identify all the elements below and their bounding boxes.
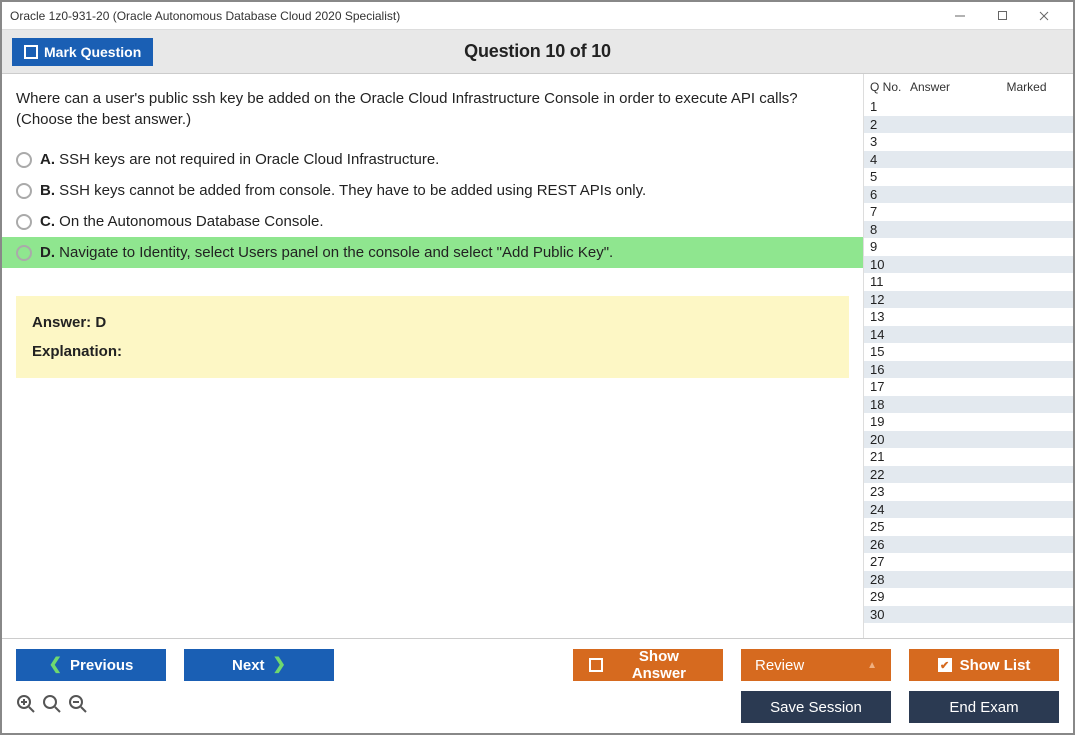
checkbox-empty-icon	[24, 45, 38, 59]
question-list-row[interactable]: 3	[864, 133, 1073, 151]
question-list-row[interactable]: 20	[864, 431, 1073, 449]
question-list-row[interactable]: 10	[864, 256, 1073, 274]
question-list-row[interactable]: 26	[864, 536, 1073, 554]
question-list-row[interactable]: 14	[864, 326, 1073, 344]
question-list-row[interactable]: 27	[864, 553, 1073, 571]
question-list-row[interactable]: 21	[864, 448, 1073, 466]
previous-label: Previous	[70, 657, 133, 674]
footer-row-2: Save Session End Exam	[2, 687, 1073, 733]
chevron-up-icon: ▲	[867, 660, 877, 671]
minimize-button[interactable]	[939, 2, 981, 30]
question-list-row[interactable]: 12	[864, 291, 1073, 309]
question-list-row[interactable]: 11	[864, 273, 1073, 291]
question-list-header: Q No. Answer Marked	[864, 74, 1073, 98]
previous-button[interactable]: ❮ Previous	[16, 649, 166, 681]
maximize-icon	[997, 10, 1008, 21]
app-window: Oracle 1z0-931-20 (Oracle Autonomous Dat…	[0, 0, 1075, 735]
close-button[interactable]	[1023, 2, 1065, 30]
question-list-row[interactable]: 1	[864, 98, 1073, 116]
col-q-label: Q No.	[870, 80, 910, 94]
question-list-row[interactable]: 8	[864, 221, 1073, 239]
question-list-row[interactable]: 22	[864, 466, 1073, 484]
question-pane: Where can a user's public ssh key be add…	[2, 74, 863, 638]
chevron-left-icon: ❮	[49, 657, 62, 673]
question-list-row[interactable]: 18	[864, 396, 1073, 414]
options-list: A. SSH keys are not required in Oracle C…	[2, 144, 863, 268]
end-exam-button[interactable]: End Exam	[909, 691, 1059, 723]
review-button[interactable]: Review ▲	[741, 649, 891, 681]
question-list-row[interactable]: 24	[864, 501, 1073, 519]
checkbox-checked-icon: ✔	[938, 658, 952, 672]
radio-empty-icon	[16, 183, 32, 199]
radio-empty-icon	[16, 152, 32, 168]
footer: ❮ Previous Next ❯ Show Answer Review ▲ ✔…	[2, 638, 1073, 733]
question-list-row[interactable]: 29	[864, 588, 1073, 606]
option-row[interactable]: A. SSH keys are not required in Oracle C…	[2, 144, 863, 175]
question-list-row[interactable]: 13	[864, 308, 1073, 326]
chevron-right-icon: ❯	[273, 657, 286, 673]
question-text: Where can a user's public ssh key be add…	[2, 88, 863, 144]
option-row[interactable]: D. Navigate to Identity, select Users pa…	[2, 237, 863, 268]
maximize-button[interactable]	[981, 2, 1023, 30]
show-list-label: Show List	[960, 657, 1031, 674]
save-session-label: Save Session	[770, 699, 862, 716]
question-list-row[interactable]: 7	[864, 203, 1073, 221]
mark-question-button[interactable]: Mark Question	[12, 38, 153, 66]
question-list-row[interactable]: 23	[864, 483, 1073, 501]
zoom-out-icon[interactable]	[68, 694, 88, 720]
close-icon	[1038, 10, 1050, 22]
review-label: Review	[755, 657, 804, 674]
question-list-row[interactable]: 30	[864, 606, 1073, 624]
save-session-button[interactable]: Save Session	[741, 691, 891, 723]
title-bar: Oracle 1z0-931-20 (Oracle Autonomous Dat…	[2, 2, 1073, 30]
zoom-reset-icon[interactable]	[42, 694, 62, 720]
footer-row-1: ❮ Previous Next ❯ Show Answer Review ▲ ✔…	[2, 639, 1073, 687]
header-bar: Mark Question Question 10 of 10	[2, 30, 1073, 74]
question-list-row[interactable]: 17	[864, 378, 1073, 396]
question-list-scroll[interactable]: 1234567891011121314151617181920212223242…	[864, 98, 1073, 638]
col-m-label: Marked	[980, 80, 1073, 94]
mark-question-label: Mark Question	[44, 44, 141, 60]
next-button[interactable]: Next ❯	[184, 649, 334, 681]
question-list-row[interactable]: 2	[864, 116, 1073, 134]
question-list-row[interactable]: 6	[864, 186, 1073, 204]
col-a-label: Answer	[910, 80, 980, 94]
checkbox-empty-icon	[589, 658, 603, 672]
show-answer-label: Show Answer	[611, 648, 707, 682]
option-text: D. Navigate to Identity, select Users pa…	[40, 244, 613, 261]
explanation-label: Explanation:	[32, 343, 833, 360]
minimize-icon	[954, 10, 966, 22]
option-text: A. SSH keys are not required in Oracle C…	[40, 151, 439, 168]
answer-line: Answer: D	[32, 314, 833, 331]
question-list-row[interactable]: 4	[864, 151, 1073, 169]
answer-box: Answer: D Explanation:	[16, 296, 849, 378]
question-list-row[interactable]: 16	[864, 361, 1073, 379]
question-list-row[interactable]: 25	[864, 518, 1073, 536]
content-row: Where can a user's public ssh key be add…	[2, 74, 1073, 638]
end-exam-label: End Exam	[949, 699, 1018, 716]
option-text: B. SSH keys cannot be added from console…	[40, 182, 646, 199]
zoom-controls	[16, 694, 88, 720]
show-list-button[interactable]: ✔ Show List	[909, 649, 1059, 681]
next-label: Next	[232, 657, 265, 674]
show-answer-button[interactable]: Show Answer	[573, 649, 723, 681]
question-list-row[interactable]: 9	[864, 238, 1073, 256]
question-list-panel: Q No. Answer Marked 12345678910111213141…	[863, 74, 1073, 638]
option-row[interactable]: B. SSH keys cannot be added from console…	[2, 175, 863, 206]
radio-empty-icon	[16, 245, 32, 261]
question-list-row[interactable]: 5	[864, 168, 1073, 186]
radio-empty-icon	[16, 214, 32, 230]
option-text: C. On the Autonomous Database Console.	[40, 213, 324, 230]
option-row[interactable]: C. On the Autonomous Database Console.	[2, 206, 863, 237]
question-list-row[interactable]: 19	[864, 413, 1073, 431]
window-title: Oracle 1z0-931-20 (Oracle Autonomous Dat…	[10, 9, 939, 23]
question-counter-title: Question 10 of 10	[464, 41, 611, 62]
question-list-row[interactable]: 28	[864, 571, 1073, 589]
zoom-in-icon[interactable]	[16, 694, 36, 720]
question-list-row[interactable]: 15	[864, 343, 1073, 361]
